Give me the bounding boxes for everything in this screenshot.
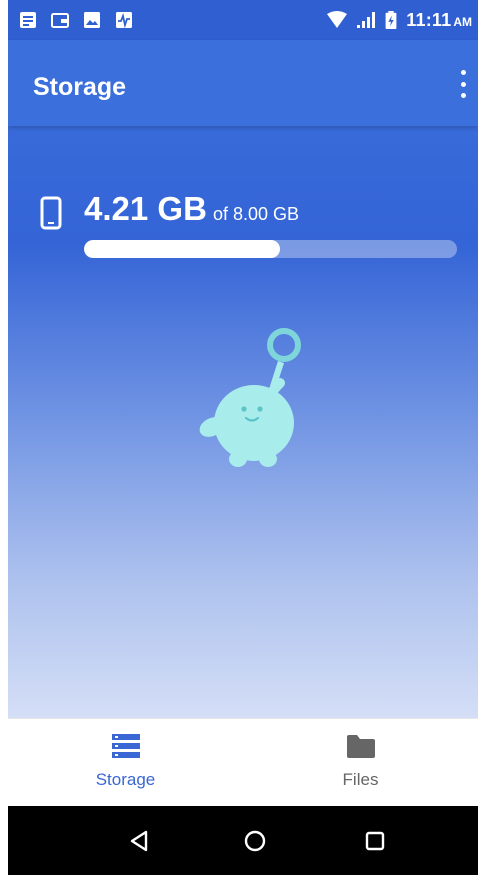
system-status-icons: 11:11 AM [326, 10, 472, 31]
nav-label-storage: Storage [95, 770, 156, 789]
nav-item-files[interactable]: Files [243, 719, 478, 807]
nav-item-storage[interactable]: Storage [8, 719, 243, 807]
folder-icon [346, 735, 375, 758]
nav-label-files: Files [342, 770, 379, 789]
home-icon[interactable] [240, 826, 270, 856]
status-time: 11:11 AM [406, 9, 472, 30]
wallet-icon [51, 13, 69, 28]
app-frame: 11:11 AM Storage 4.21 GB of 8.00 GB Stor… [8, 0, 478, 875]
message-icon [20, 12, 36, 28]
page-title: Storage [33, 73, 127, 101]
storage-overview: Storage 4.21 GB of 8.00 GB [8, 40, 478, 718]
signal-icon [357, 12, 376, 28]
wifi-icon [327, 11, 348, 28]
app-bar: Storage [8, 40, 478, 126]
status-bar: 11:11 AM [8, 0, 478, 40]
image-icon [84, 12, 100, 28]
back-icon[interactable] [125, 826, 155, 856]
storage-usage-bar [84, 240, 457, 258]
storage-usage-fill [84, 240, 281, 258]
total-storage-text: of 8.00 GB [213, 204, 300, 224]
used-storage-value: 4.21 GB [84, 190, 207, 227]
storage-list-icon [111, 734, 140, 758]
recent-apps-icon[interactable] [360, 826, 390, 856]
bottom-navigation: Storage Files [8, 718, 478, 806]
notification-icons [18, 11, 134, 29]
activity-icon [116, 12, 132, 29]
phone-icon [40, 196, 62, 230]
battery-charging-icon [385, 11, 397, 29]
mascot-illustration [199, 328, 301, 467]
more-vert-icon[interactable] [458, 70, 468, 98]
system-navigation-bar [8, 806, 478, 875]
